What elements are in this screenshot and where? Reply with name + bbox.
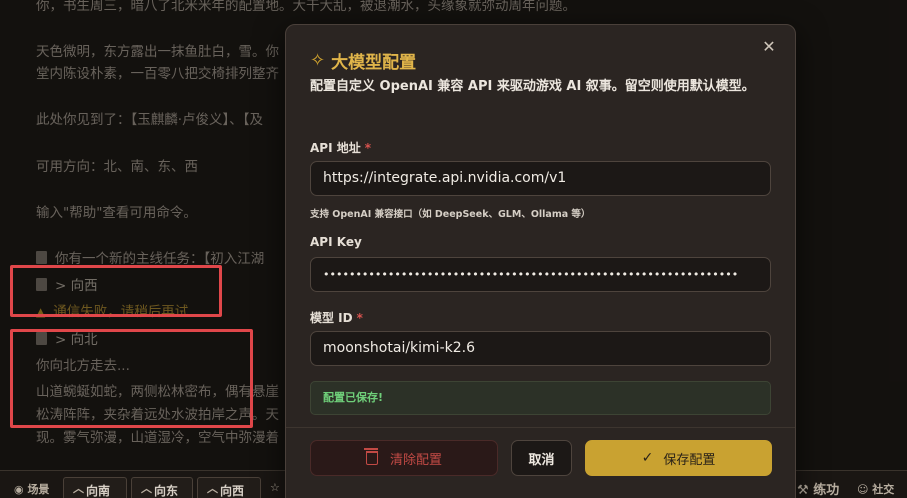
footer-divider (286, 427, 795, 428)
api-url-label-text: API 地址 (310, 141, 361, 155)
practice-button[interactable]: ⚒ 练功 (797, 479, 839, 498)
required-mark: * (364, 141, 372, 155)
scene-button[interactable]: ◉ 场景 (14, 481, 49, 497)
direction-label: 向南 (86, 484, 111, 498)
api-key-input[interactable]: ••••••••••••••••••••••••••••••••••••••••… (310, 257, 771, 292)
cancel-button[interactable]: 取消 (511, 440, 572, 476)
chevron-up-icon: ︿ (141, 482, 152, 495)
practice-label: 练功 (813, 483, 840, 498)
highlight-box (10, 265, 222, 317)
trash-icon (363, 448, 378, 465)
modal-title: 大模型配置 (331, 52, 417, 73)
highlight-box (10, 329, 253, 428)
check-icon: ✓ (641, 450, 654, 466)
direction-south-button[interactable]: ︿ 向南 (63, 477, 127, 498)
model-id-label-text: 模型 ID (310, 311, 353, 325)
modal-header: ✧ 大模型配置 (310, 47, 416, 73)
api-key-label: API Key (310, 235, 362, 249)
direction-west-button[interactable]: ︿ 向西 (197, 477, 261, 498)
save-config-label: 保存配置 (663, 452, 716, 468)
api-url-input[interactable]: https://integrate.api.nvidia.com/v1 (310, 161, 771, 196)
api-url-label: API 地址 * (310, 139, 371, 156)
star-icon[interactable]: ☆ (270, 481, 280, 494)
direction-label: 向东 (154, 484, 179, 498)
model-id-input[interactable]: moonshotai/kimi-k2.6 (310, 331, 771, 366)
social-button[interactable]: ☺ 社交 (857, 481, 894, 497)
clear-config-button[interactable]: 清除配置 (310, 440, 498, 476)
llm-config-modal: ✕ ✧ 大模型配置 配置自定义 OpenAI 兼容 API 来驱动游戏 AI 叙… (285, 24, 796, 498)
chevron-up-icon: ︿ (73, 482, 84, 495)
direction-label: 向西 (220, 484, 245, 498)
required-mark: * (356, 311, 363, 325)
api-url-hint: 支持 OpenAI 兼容接口（如 DeepSeek、GLM、Ollama 等） (310, 209, 591, 220)
modal-description: 配置自定义 OpenAI 兼容 API 来驱动游戏 AI 叙事。留空则使用默认模… (310, 79, 755, 94)
social-label: 社交 (872, 483, 895, 496)
model-id-label: 模型 ID * (310, 309, 363, 326)
clear-config-label: 清除配置 (389, 452, 442, 468)
direction-east-button[interactable]: ︿ 向东 (131, 477, 193, 498)
scene-label: 场景 (27, 483, 50, 496)
saved-status-message: 配置已保存! (310, 381, 771, 415)
close-icon[interactable]: ✕ (761, 39, 777, 55)
sparkle-icon: ✧ (310, 49, 326, 71)
save-config-button[interactable]: ✓ 保存配置 (585, 440, 772, 476)
chevron-up-icon: ︿ (207, 482, 218, 495)
